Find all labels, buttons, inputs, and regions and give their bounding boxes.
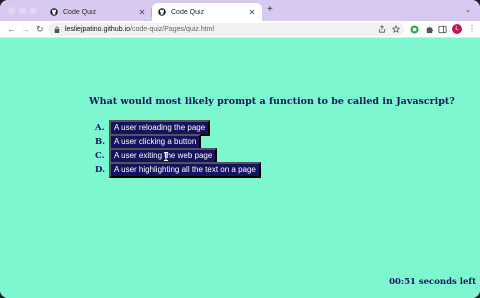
answer-letter: A. [95,123,105,133]
timer-text: 00:51 seconds left [389,277,476,287]
share-icon[interactable] [378,25,386,33]
address-bar-actions [378,25,400,33]
new-tab-button[interactable]: + [267,5,273,15]
back-arrow-icon[interactable]: ← [7,23,16,35]
url-path: /code-quiz/Pages/quiz.html [130,26,215,33]
tab-close-icon[interactable]: ✕ [248,8,256,17]
tab-title: Code Quiz [171,8,205,16]
window-maximize-button[interactable] [30,7,37,14]
text-cursor-icon [164,152,168,161]
answer-option-b: B. A user clicking a button [95,134,261,150]
browser-toolbar: ← → ↻ lesliejpatino.github.io/code-quiz/… [0,21,480,38]
reload-icon[interactable]: ↻ [36,23,44,35]
tab-close-icon[interactable]: ✕ [138,8,146,17]
bookmark-star-icon[interactable] [392,25,400,33]
tab-title: Code Quiz [63,8,97,16]
side-panel-icon[interactable] [438,25,447,34]
tab-strip: Code Quiz ✕ Code Quiz ✕ + ⌄ [0,0,480,21]
window-close-button[interactable] [8,7,15,14]
puzzle-extensions-icon[interactable] [425,25,434,34]
url-host: lesliejpatino.github.io [65,26,130,33]
answer-option-c: C. A user exiting the web page [95,148,261,164]
lock-icon [54,26,60,33]
answer-letter: B. [95,137,106,147]
window-minimize-button[interactable] [19,7,26,14]
answer-list: A. A user reloading the page B. A user c… [95,120,261,178]
tab-code-quiz-2[interactable]: Code Quiz ✕ [152,3,262,21]
address-bar[interactable]: lesliejpatino.github.io/code-quiz/Pages/… [48,23,404,36]
answer-button-d[interactable]: A user highlighting all the text on a pa… [109,162,261,178]
tab-code-quiz-1[interactable]: Code Quiz ✕ [44,3,152,21]
browser-window: Code Quiz ✕ Code Quiz ✕ + ⌄ ← → ↻ leslie… [0,0,480,298]
url-text: lesliejpatino.github.io/code-quiz/Pages/… [65,26,214,33]
answer-letter: C. [95,151,105,161]
answer-option-a: A. A user reloading the page [95,120,261,136]
tab-search-chevron-icon[interactable]: ⌄ [465,6,471,14]
question-text: What would most likely prompt a function… [89,96,455,107]
github-icon [158,8,166,16]
profile-avatar[interactable]: L [452,24,462,34]
github-icon [50,8,58,16]
answer-option-d: D. A user highlighting all the text on a… [95,162,261,178]
answer-letter: D. [95,165,106,175]
menu-kebab-icon[interactable]: ⋮ [468,24,476,34]
extension-green-icon[interactable] [410,25,419,34]
forward-arrow-icon[interactable]: → [21,23,30,35]
quiz-page: What would most likely prompt a function… [0,38,480,298]
